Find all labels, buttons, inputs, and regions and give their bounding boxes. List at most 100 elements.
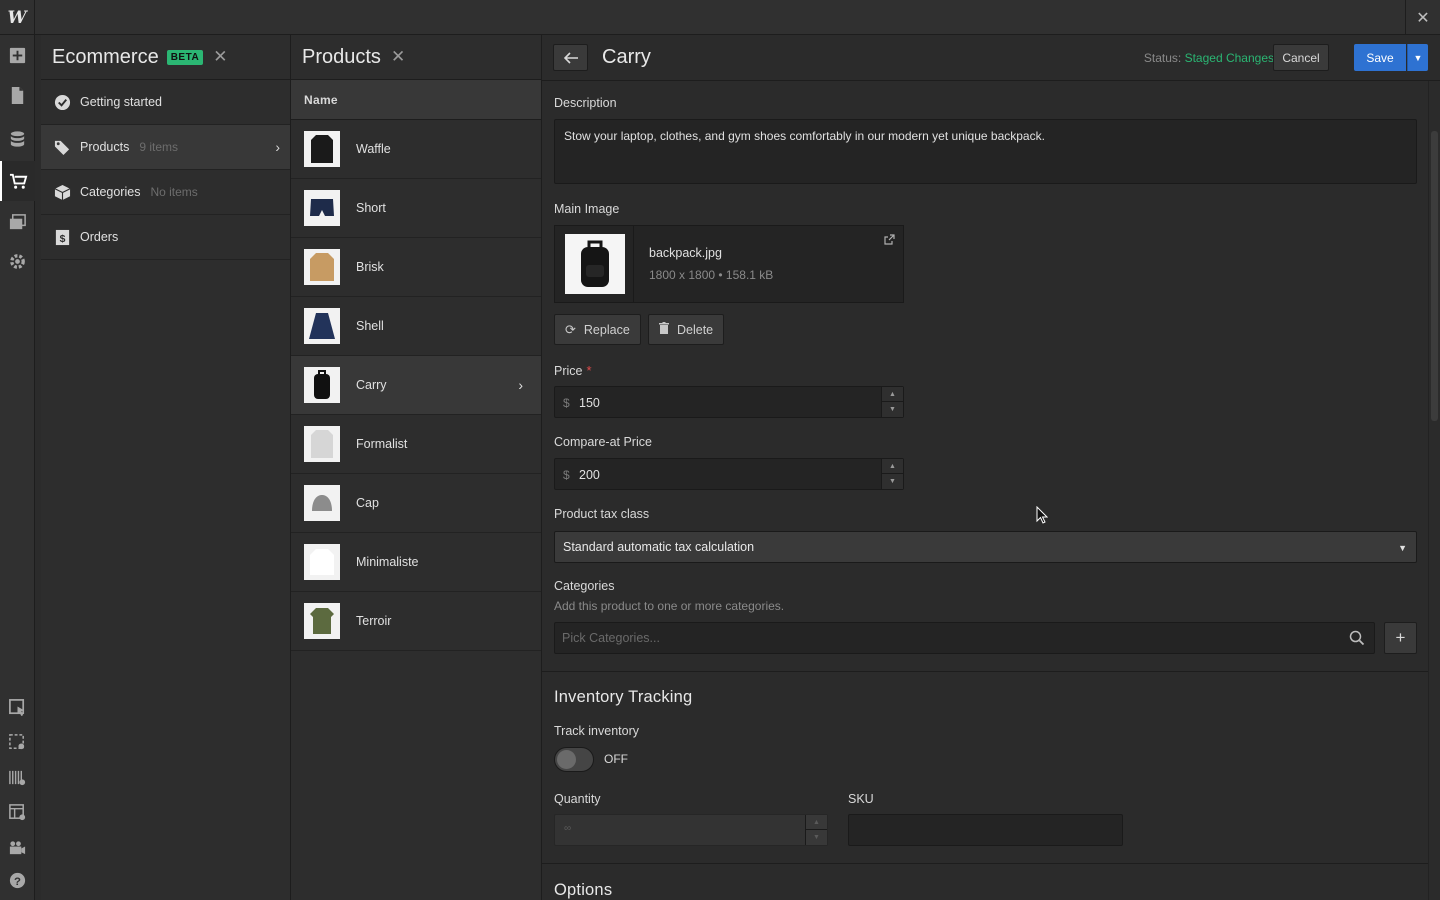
scrollbar-thumb[interactable] [1431, 131, 1438, 421]
tax-class-label: Product tax class [554, 507, 650, 521]
product-thumbnail [304, 249, 340, 285]
quantity-value: ∞ [564, 823, 572, 834]
product-row-brisk[interactable]: Brisk [291, 238, 541, 297]
quantity-stepper: ▲ ▼ [805, 815, 827, 845]
select-element-icon[interactable] [0, 687, 35, 727]
currency-symbol: $ [563, 396, 570, 410]
product-name: Terroir [356, 614, 392, 628]
nav-item-products[interactable]: Products 9 items › [41, 125, 290, 170]
replace-image-button[interactable]: ⟳ Replace [554, 314, 641, 345]
main-image-label: Main Image [554, 202, 620, 216]
inventory-tracking-title: Inventory Tracking [554, 688, 693, 706]
section-divider [542, 671, 1440, 672]
compare-price-input[interactable]: $ 200 ▲ ▼ [554, 458, 904, 490]
product-row-minimaliste[interactable]: Minimaliste [291, 533, 541, 592]
decrement-arrow-icon[interactable]: ▼ [882, 402, 903, 417]
quantity-label: Quantity [554, 792, 601, 806]
back-arrow-button[interactable] [553, 44, 588, 71]
close-products-icon[interactable]: ✕ [391, 47, 405, 67]
item-title: Carry [602, 46, 651, 68]
settings-gear-icon[interactable] [0, 241, 35, 281]
products-panel-header: Products ✕ [291, 35, 541, 80]
compare-price-stepper[interactable]: ▲ ▼ [881, 459, 903, 489]
product-name: Formalist [356, 437, 408, 451]
section-divider [542, 863, 1440, 864]
price-input[interactable]: $ 150 ▲ ▼ [554, 386, 904, 418]
product-thumbnail [304, 308, 340, 344]
image-thumbnail[interactable] [565, 234, 625, 294]
open-external-icon[interactable] [884, 234, 895, 248]
main-image-card: backpack.jpg 1800 x 1800 • 158.1 kB [554, 225, 904, 303]
nav-item-getting-started[interactable]: Getting started [41, 80, 290, 125]
name-column-header[interactable]: Name [291, 80, 541, 120]
price-stepper[interactable]: ▲ ▼ [881, 387, 903, 417]
cancel-button[interactable]: Cancel [1273, 44, 1329, 71]
receipt-dollar-icon: $ [54, 229, 71, 246]
categories-search-input[interactable]: Pick Categories... [554, 622, 1375, 654]
panel-title: Products [302, 45, 381, 68]
product-row-waffle[interactable]: Waffle [291, 120, 541, 179]
ecommerce-panel: Ecommerce BETA ✕ Getting started Product… [41, 35, 291, 900]
cms-database-icon[interactable] [0, 119, 35, 159]
editor-scrollbar[interactable] [1428, 81, 1440, 900]
pages-icon[interactable] [0, 75, 35, 115]
product-name: Carry [356, 378, 387, 392]
sku-input[interactable] [848, 814, 1123, 846]
increment-arrow-icon[interactable]: ▲ [882, 387, 903, 402]
toggle-state-label: OFF [604, 752, 628, 766]
track-inventory-toggle[interactable] [554, 747, 594, 772]
product-row-short[interactable]: Short [291, 179, 541, 238]
product-row-formalist[interactable]: Formalist [291, 415, 541, 474]
nav-item-label: Categories [80, 185, 141, 199]
products-panel: Products ✕ Name Waffle Short Brisk Shell… [291, 35, 542, 900]
compare-price-label: Compare-at Price [554, 435, 652, 449]
increment-arrow-icon[interactable]: ▲ [882, 459, 903, 474]
decrement-arrow-icon[interactable]: ▼ [882, 474, 903, 489]
description-label: Description [554, 96, 617, 110]
product-row-shell[interactable]: Shell [291, 297, 541, 356]
product-name: Waffle [356, 142, 391, 156]
toggle-knob [557, 750, 576, 769]
replace-label: Replace [583, 322, 630, 337]
product-name: Cap [356, 496, 379, 510]
save-options-dropdown[interactable]: ▼ [1407, 44, 1428, 71]
help-icon[interactable]: ? [0, 860, 35, 900]
nav-item-label: Getting started [80, 95, 162, 109]
product-name: Shell [356, 319, 384, 333]
save-button[interactable]: Save [1354, 44, 1406, 71]
chevron-right-icon: › [518, 377, 523, 393]
nav-item-label: Products [80, 140, 130, 154]
box-icon [54, 184, 71, 201]
product-row-carry[interactable]: Carry › [291, 356, 541, 415]
close-ecommerce-icon[interactable]: ✕ [213, 47, 227, 67]
nav-item-categories[interactable]: Categories No items [41, 170, 290, 215]
layout-preview-icon[interactable] [0, 792, 35, 832]
product-editor: Carry Status: Staged Changes Cancel Save… [542, 35, 1440, 900]
image-card-divider [633, 226, 634, 302]
add-category-button[interactable]: + [1384, 622, 1417, 654]
webflow-logo: W [0, 0, 35, 35]
add-panel-icon[interactable] [0, 35, 35, 75]
description-textarea[interactable]: Stow your laptop, clothes, and gym shoes… [554, 119, 1417, 184]
top-bar: W ✕ [0, 0, 1440, 35]
close-panel-button[interactable]: ✕ [1405, 0, 1440, 35]
panel-title: Ecommerce [52, 45, 159, 68]
search-icon[interactable] [1349, 630, 1365, 649]
tax-class-select[interactable]: Standard automatic tax calculation ▼ [554, 531, 1417, 563]
grid-overlay-icon[interactable] [0, 757, 35, 797]
required-asterisk: * [586, 363, 592, 378]
track-inventory-label: Track inventory [554, 724, 639, 738]
assets-icon[interactable] [0, 202, 35, 242]
preview-selection-icon[interactable] [0, 722, 35, 762]
product-row-cap[interactable]: Cap [291, 474, 541, 533]
image-filename: backpack.jpg [649, 246, 722, 260]
sku-label: SKU [848, 792, 874, 806]
nav-item-orders[interactable]: $ Orders [41, 215, 290, 260]
beta-badge: BETA [166, 49, 204, 65]
delete-image-button[interactable]: Delete [648, 314, 725, 345]
ecommerce-cart-icon[interactable] [0, 161, 35, 201]
status-indicator: Status: Staged Changes [1144, 51, 1274, 65]
product-row-terroir[interactable]: Terroir [291, 592, 541, 651]
increment-arrow-icon: ▲ [806, 815, 827, 830]
refresh-icon: ⟳ [565, 321, 576, 337]
